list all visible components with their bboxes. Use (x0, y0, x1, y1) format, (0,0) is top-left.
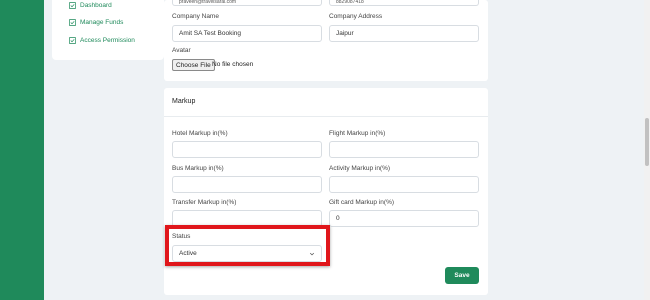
hotel-markup-input[interactable] (172, 141, 322, 158)
sidebar-item-manage-funds[interactable]: Manage Funds (69, 19, 123, 26)
scrollbar[interactable] (644, 0, 650, 300)
sidebar-menu: Dashboard Manage Funds Access Permission (52, 0, 164, 60)
company-name-field[interactable]: Amit SA Test Booking (172, 25, 322, 42)
flight-markup-input[interactable] (329, 141, 479, 158)
company-address-field[interactable]: Jaipur (329, 25, 479, 42)
activity-markup-input[interactable] (329, 176, 479, 193)
email-field[interactable]: praveen@travelsarai.com (172, 0, 322, 6)
sidebar-item-label: Dashboard (80, 2, 112, 9)
choose-file-button[interactable]: Choose File (172, 59, 215, 71)
avatar-label: Avatar (172, 47, 191, 54)
company-address-label: Company Address (329, 13, 383, 20)
sidebar-item-dashboard[interactable]: Dashboard (69, 2, 112, 9)
divider (164, 116, 488, 117)
transfer-markup-label: Transfer Markup in(%) (172, 199, 237, 206)
save-button[interactable]: Save (445, 267, 479, 284)
hotel-markup-label: Hotel Markup in(%) (172, 130, 228, 137)
section-title: Markup (172, 98, 196, 105)
sidebar-item-label: Manage Funds (80, 19, 124, 26)
check-square-icon (69, 19, 76, 26)
giftcard-markup-label: Gift card Markup in(%) (329, 199, 395, 206)
bus-markup-input[interactable] (172, 176, 322, 193)
activity-markup-label: Activity Markup in(%) (329, 165, 391, 172)
check-square-icon (69, 2, 76, 9)
sidebar-item-access-permission[interactable]: Access Permission (69, 37, 135, 44)
company-name-label: Company Name (172, 13, 219, 20)
profile-card: praveen@travelsarai.com 8829087418 Compa… (164, 0, 488, 81)
no-file-text: No file chosen (212, 61, 254, 68)
left-sidebar-strip (0, 0, 44, 300)
bus-markup-label: Bus Markup in(%) (172, 165, 224, 172)
giftcard-markup-input[interactable]: 0 (329, 210, 479, 227)
highlight-box (165, 225, 330, 266)
check-square-icon (69, 37, 76, 44)
flight-markup-label: Flight Markup in(%) (329, 130, 386, 137)
phone-field[interactable]: 8829087418 (329, 0, 479, 6)
scrollbar-thumb[interactable] (645, 118, 649, 166)
sidebar-item-label: Access Permission (80, 37, 135, 44)
